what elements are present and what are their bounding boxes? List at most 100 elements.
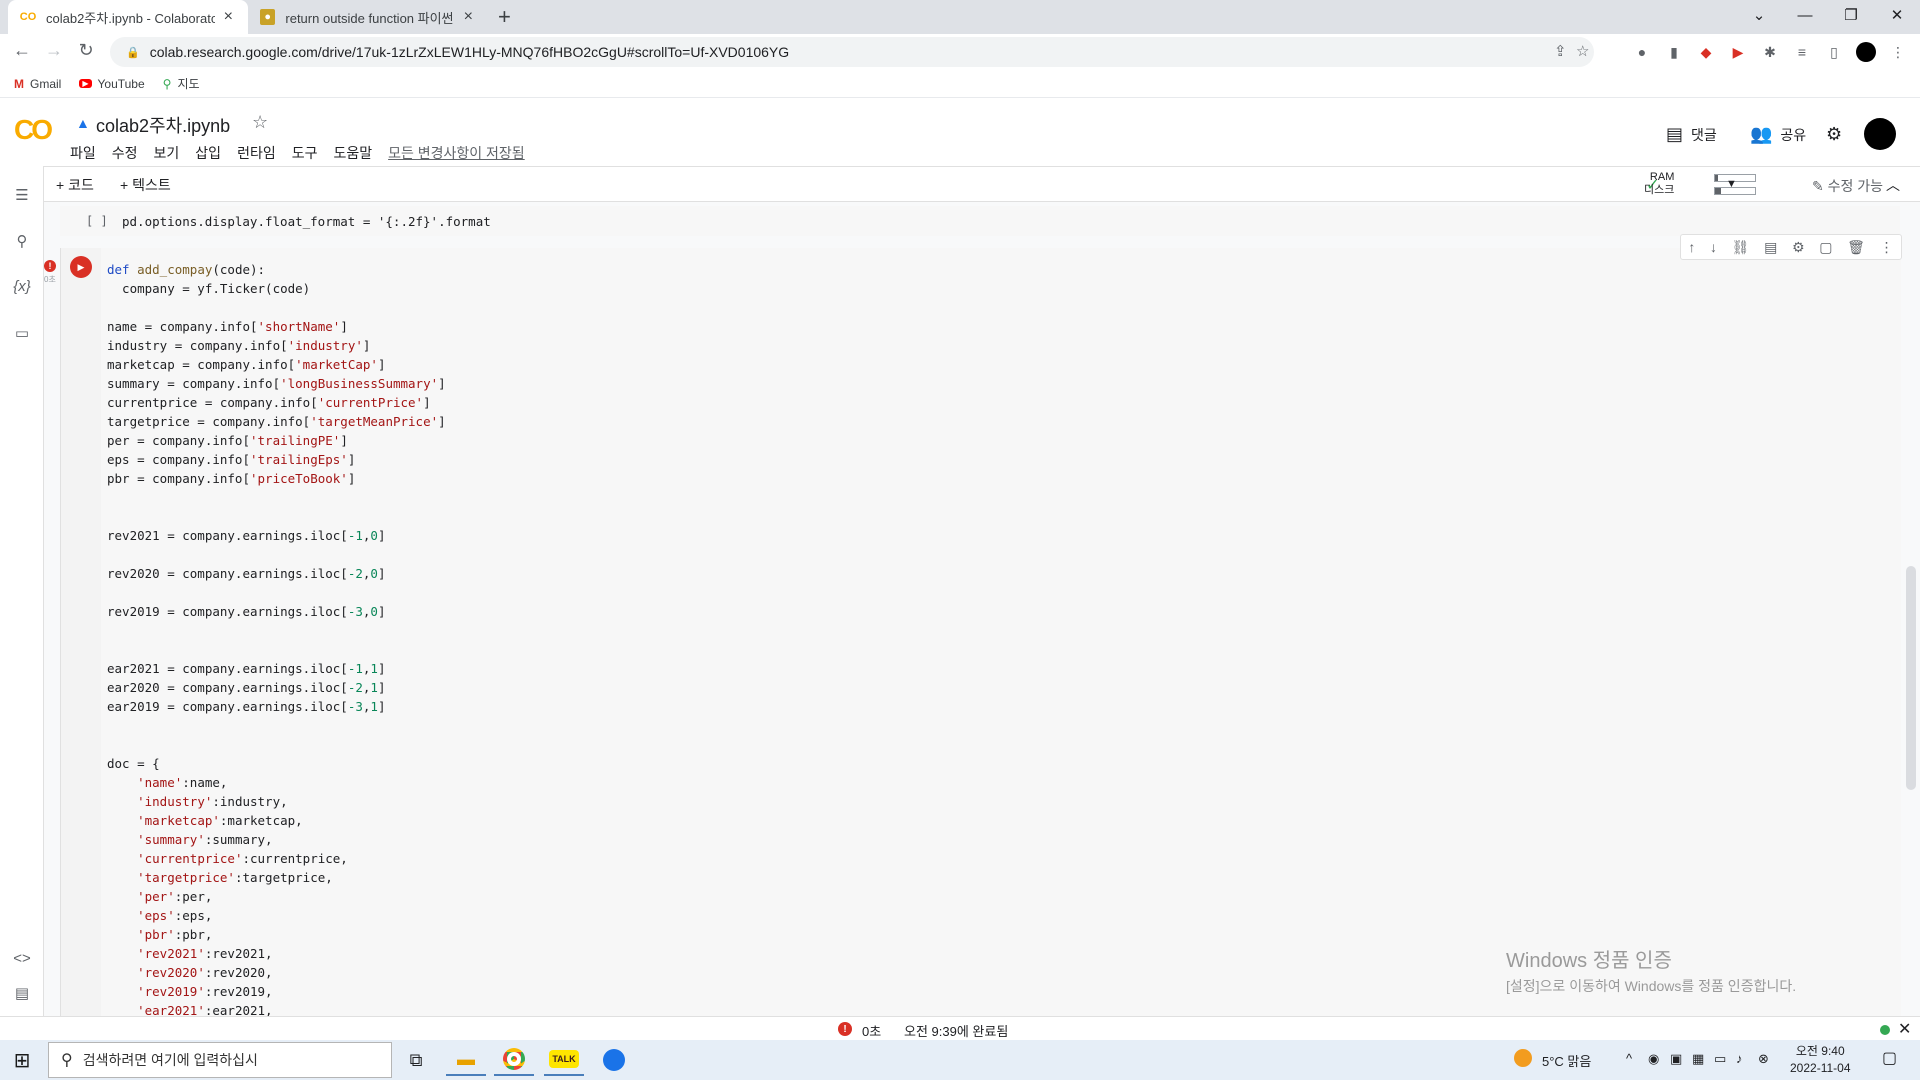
comment-icon[interactable]: ▤ (1764, 239, 1777, 256)
extension-icon[interactable]: ▮ (1664, 42, 1684, 62)
minimize-button[interactable]: — (1782, 0, 1828, 30)
scrollbar-thumb[interactable] (1906, 566, 1916, 790)
restore-button[interactable]: ❐ (1828, 0, 1874, 30)
exec-duration[interactable]: 0초 (862, 1021, 881, 1040)
new-tab-button[interactable]: + (498, 4, 511, 30)
move-down-icon[interactable]: ↓ (1710, 239, 1717, 255)
add-text-button[interactable]: + 텍스트 (120, 175, 171, 195)
menu-help[interactable]: 도움말 (333, 143, 372, 163)
profile-avatar[interactable] (1856, 42, 1876, 62)
code-snippets-icon[interactable]: <> (10, 950, 34, 967)
collapse-header-icon[interactable]: ︿ (1886, 175, 1900, 195)
mirror-cell-icon[interactable]: ▢ (1819, 239, 1832, 256)
device-icon[interactable]: ▣ (1670, 1051, 1682, 1067)
ime-icon[interactable]: ⊗ (1758, 1051, 1769, 1067)
colab-logo[interactable]: CO (14, 114, 53, 146)
menu-edit[interactable]: 수정 (112, 143, 138, 163)
cell-error-icon[interactable]: ! (44, 260, 56, 272)
maps-icon: ⚲ (162, 76, 172, 91)
menu-tools[interactable]: 도구 (292, 143, 318, 163)
link-icon[interactable]: ⛓ (1732, 239, 1750, 256)
network-icon[interactable]: ▭ (1714, 1051, 1726, 1067)
puzzle-icon[interactable]: ✱ (1760, 42, 1780, 62)
colab-status-bar: ! 0초 오전 9:39에 완료됨 ✕ (0, 1016, 1920, 1040)
more-vert-icon[interactable]: ⋮ (1880, 239, 1894, 256)
record-icon[interactable]: ◉ (1648, 1051, 1659, 1067)
windows-start-icon[interactable]: ⊞ (2, 1044, 42, 1076)
save-status[interactable]: 모든 변경사항이 저장됨 (388, 143, 525, 163)
table-of-contents-icon[interactable]: ☰ (10, 186, 34, 204)
share-button[interactable]: 👥 공유 (1750, 124, 1806, 145)
bookmark-gmail[interactable]: M Gmail (14, 77, 61, 91)
bookmark-maps[interactable]: ⚲ 지도 (163, 75, 200, 92)
tray-chevron-icon[interactable]: ^ (1626, 1051, 1632, 1066)
notification-icon[interactable]: ▢ (1882, 1048, 1897, 1068)
bookmark-youtube[interactable]: ▶ YouTube (79, 76, 145, 91)
side-panel-icon[interactable]: ▯ (1824, 42, 1844, 62)
gear-icon[interactable]: ⚙ (1792, 239, 1805, 256)
menu-runtime[interactable]: 런타임 (237, 143, 276, 163)
add-code-button[interactable]: + 코드 (56, 175, 94, 195)
resource-monitor[interactable]: RAM 디스크 (1644, 171, 1674, 197)
close-window-button[interactable]: ✕ (1874, 0, 1920, 30)
media-icon[interactable]: ≡ (1792, 42, 1812, 62)
tab-colab[interactable]: CO colab2주차.ipynb - Colaboratory × (8, 0, 248, 34)
cell-code[interactable]: pd.options.display.float_format = '{:.2f… (122, 212, 491, 231)
variables-icon[interactable]: {x} (10, 278, 34, 295)
menu-view[interactable]: 보기 (154, 143, 180, 163)
account-avatar[interactable] (1864, 118, 1896, 150)
taskbar-search-box[interactable]: ⚲ 검색하려면 여기에 입력하십시 (48, 1042, 392, 1078)
watermark-subtitle: [설정]으로 이동하여 Windows를 정품 인증합니다. (1506, 978, 1797, 994)
folder-icon[interactable]: ▭ (10, 324, 34, 342)
file-explorer-icon[interactable]: ▬ (446, 1044, 486, 1076)
completion-status[interactable]: 오전 9:39에 완료됨 (904, 1021, 1008, 1040)
tab-search[interactable]: ● return outside function 파이썬 × (248, 0, 488, 34)
comment-icon: ▤ (1666, 124, 1684, 144)
comments-button[interactable]: ▤ 댓글 (1666, 124, 1717, 145)
kakaotalk-icon[interactable]: TALK (544, 1044, 584, 1076)
search-icon[interactable]: ⚲ (10, 232, 34, 250)
weather-text[interactable]: 5°C 맑음 (1542, 1051, 1591, 1070)
reload-icon[interactable]: ↻ (74, 40, 98, 61)
close-icon[interactable]: × (221, 8, 236, 26)
close-status-icon[interactable]: ✕ (1898, 1019, 1911, 1039)
display-icon[interactable]: ▦ (1692, 1051, 1704, 1067)
bookmark-star-icon[interactable]: ☆ (1576, 37, 1589, 67)
code-cell-active[interactable]: ▶ def add_compay(code): company = yf.Tic… (60, 248, 1901, 1016)
cell-prompt[interactable]: [ ] (86, 214, 108, 228)
move-up-icon[interactable]: ↑ (1688, 239, 1695, 255)
play-extension-icon[interactable]: ▶ (1728, 42, 1748, 62)
cookie-extension-icon[interactable]: ● (1632, 42, 1652, 62)
address-bar[interactable]: 🔒 colab.research.google.com/drive/17uk-1… (110, 37, 1594, 67)
error-status-icon[interactable]: ! (838, 1022, 852, 1036)
bookmark-label: YouTube (97, 76, 145, 91)
lock-icon: 🔒 (126, 46, 140, 59)
chrome-icon[interactable] (494, 1044, 534, 1076)
forward-icon[interactable]: → (42, 40, 66, 61)
menu-file[interactable]: 파일 (70, 143, 96, 163)
close-icon[interactable]: × (461, 8, 476, 26)
kebab-menu-icon[interactable]: ⋮ (1888, 42, 1908, 62)
weather-icon[interactable] (1514, 1049, 1532, 1070)
settings-button[interactable]: ⚙ (1826, 124, 1850, 145)
trash-icon[interactable]: 🗑 (1847, 239, 1865, 256)
task-view-icon[interactable]: ⧉ (396, 1044, 436, 1076)
resources-dropdown-icon[interactable]: ▼ (1726, 178, 1737, 190)
share-page-icon[interactable]: ⇪ (1554, 37, 1567, 67)
windows-activation-watermark: Windows 정품 인증 [설정]으로 이동하여 Windows를 정품 인증… (1506, 944, 1796, 996)
notebook-title[interactable]: colab2주차.ipynb (96, 112, 230, 138)
system-clock[interactable]: 오전 9:40 2022-11-04 (1790, 1043, 1851, 1077)
volume-icon[interactable]: ♪ (1736, 1051, 1743, 1066)
code-cell[interactable]: [ ] pd.options.display.float_format = '{… (60, 206, 1900, 236)
app-blue-icon[interactable] (594, 1044, 634, 1076)
star-icon[interactable]: ☆ (252, 112, 268, 133)
menu-insert[interactable]: 삽입 (195, 143, 221, 163)
cell-exec-time: 0초 (44, 275, 56, 284)
command-palette-icon[interactable]: ▤ (10, 984, 34, 1002)
edit-mode-button[interactable]: ✎ 수정 가능 (1812, 176, 1883, 196)
cell-code[interactable]: def add_compay(code): company = yf.Ticke… (107, 260, 446, 1016)
run-cell-button[interactable]: ▶ (70, 256, 92, 278)
back-icon[interactable]: ← (10, 40, 34, 61)
extension-red-icon[interactable]: ◆ (1696, 42, 1716, 62)
tab-search-chevron-icon[interactable]: ⌄ (1736, 0, 1782, 30)
